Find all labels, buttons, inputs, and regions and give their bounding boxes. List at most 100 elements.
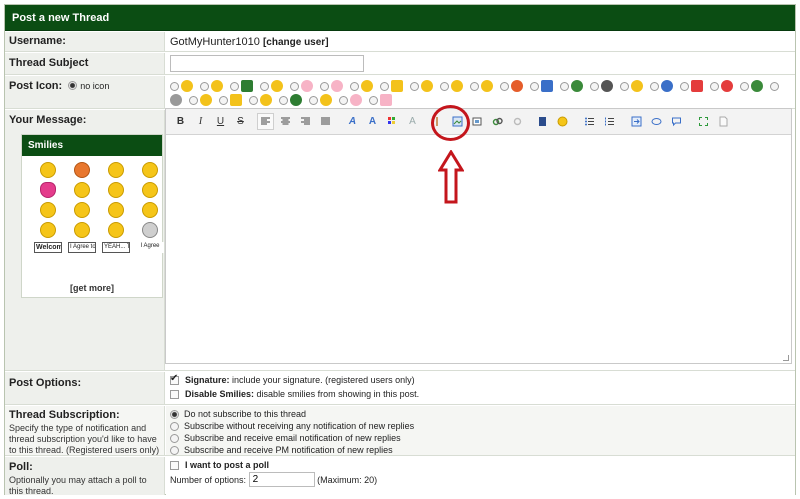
emoticon-icon[interactable]: [554, 113, 571, 130]
smiley-angry-icon[interactable]: [74, 162, 90, 178]
post-icon-radio[interactable]: [309, 95, 318, 105]
underline-button[interactable]: U: [212, 113, 229, 130]
post-icon-radio[interactable]: [440, 81, 449, 91]
post-icon-radio[interactable]: [530, 81, 539, 91]
post-icon-radio[interactable]: [470, 81, 479, 91]
align-justify-icon[interactable]: [317, 113, 334, 130]
editor-resize-handle[interactable]: [783, 355, 789, 361]
post-icon-option-icon[interactable]: [380, 94, 392, 106]
post-icon-radio[interactable]: [380, 81, 389, 91]
post-icon-radio[interactable]: [770, 81, 779, 91]
smiley-wink-icon[interactable]: [74, 222, 90, 238]
smiley-welcome-sign[interactable]: Welcome!: [34, 242, 62, 253]
post-icon-radio[interactable]: [650, 81, 659, 91]
post-icon-option-icon[interactable]: [691, 80, 703, 92]
smiley-eek-icon[interactable]: [108, 182, 124, 198]
smiley-grin-icon[interactable]: [74, 202, 90, 218]
unlink-icon[interactable]: [509, 113, 526, 130]
smiley-rolleyes-icon[interactable]: [108, 202, 124, 218]
subscription-radio[interactable]: [170, 409, 179, 419]
smiley-question-icon[interactable]: [74, 182, 90, 198]
smiley-biggrin-icon[interactable]: [142, 202, 158, 218]
post-icon-option-icon[interactable]: [391, 80, 403, 92]
post-icon-option-icon[interactable]: [350, 94, 362, 106]
post-icon-option-icon[interactable]: [541, 80, 553, 92]
post-icon-option-icon[interactable]: [571, 80, 583, 92]
post-icon-option-icon[interactable]: [320, 94, 332, 106]
post-icon-radio[interactable]: [350, 81, 359, 91]
post-icon-option-icon[interactable]: [361, 80, 373, 92]
comment-icon[interactable]: [668, 113, 685, 130]
align-right-icon[interactable]: [297, 113, 314, 130]
post-icon-radio[interactable]: [230, 81, 239, 91]
bold-button[interactable]: B: [172, 113, 189, 130]
post-icon-option-icon[interactable]: [301, 80, 313, 92]
post-icon-radio[interactable]: [339, 95, 348, 105]
post-icon-radio[interactable]: [590, 81, 599, 91]
post-icon-option-icon[interactable]: [271, 80, 283, 92]
post-icon-option-icon[interactable]: [511, 80, 523, 92]
post-icon-radio[interactable]: [500, 81, 509, 91]
post-icon-radio[interactable]: [290, 81, 299, 91]
post-icon-option-icon[interactable]: [241, 80, 253, 92]
smiley-angel-icon[interactable]: [40, 162, 56, 178]
post-icon-radio[interactable]: [369, 95, 378, 105]
post-icon-option-icon[interactable]: [481, 80, 493, 92]
post-icon-radio[interactable]: [680, 81, 689, 91]
post-icon-radio[interactable]: [710, 81, 719, 91]
post-icon-option-icon[interactable]: [170, 94, 182, 106]
insert-video-icon[interactable]: [469, 113, 486, 130]
smiley-agree-disagree-sign[interactable]: I Agree to Disagree: [68, 242, 96, 253]
post-icon-option-icon[interactable]: [421, 80, 433, 92]
bullet-list-icon[interactable]: [581, 113, 598, 130]
subject-input[interactable]: [170, 55, 364, 72]
post-icon-radio[interactable]: [410, 81, 419, 91]
smiley-heart-icon[interactable]: [40, 182, 56, 198]
post-icon-radio[interactable]: [200, 81, 209, 91]
post-icon-option-icon[interactable]: [751, 80, 763, 92]
post-icon-radio[interactable]: [260, 81, 269, 91]
source-view-icon[interactable]: [715, 113, 732, 130]
post-icon-option-icon[interactable]: [331, 80, 343, 92]
smiley-frown-icon[interactable]: [40, 222, 56, 238]
fullscreen-icon[interactable]: [695, 113, 712, 130]
disable-smilies-checkbox[interactable]: [170, 389, 179, 399]
remove-format-icon[interactable]: A: [404, 113, 421, 130]
get-more-smilies-link[interactable]: [get more]: [22, 283, 162, 293]
post-icon-option-icon[interactable]: [230, 94, 242, 106]
smiley-mad-icon[interactable]: [108, 222, 124, 238]
post-icon-radio[interactable]: [560, 81, 569, 91]
insert-link-icon[interactable]: [489, 113, 506, 130]
color-icon[interactable]: [384, 113, 401, 130]
post-icon-radio[interactable]: [170, 81, 179, 91]
poll-checkbox[interactable]: [170, 460, 179, 470]
smiley-confused-icon[interactable]: [108, 162, 124, 178]
signature-checkbox[interactable]: [170, 373, 179, 385]
post-icon-option-icon[interactable]: [181, 80, 193, 92]
poll-options-input[interactable]: [248, 472, 315, 487]
post-icon-radio[interactable]: [620, 81, 629, 91]
post-icon-option-icon[interactable]: [601, 80, 613, 92]
post-icon-option-icon[interactable]: [290, 94, 302, 106]
smiley-thinking-icon[interactable]: [142, 182, 158, 198]
align-left-icon[interactable]: [257, 113, 274, 130]
post-icon-radio[interactable]: [740, 81, 749, 91]
smiley-alien-icon[interactable]: [142, 222, 158, 238]
smiley-smile-icon[interactable]: [40, 202, 56, 218]
post-icon-option-icon[interactable]: [451, 80, 463, 92]
no-icon-radio[interactable]: [68, 81, 78, 90]
post-icon-option-icon[interactable]: [211, 80, 223, 92]
post-icon-option-icon[interactable]: [631, 80, 643, 92]
subscription-radio[interactable]: [170, 421, 179, 431]
post-icon-radio[interactable]: [320, 81, 329, 91]
align-center-icon[interactable]: [277, 113, 294, 130]
subscription-radio[interactable]: [170, 433, 179, 443]
post-icon-option-icon[interactable]: [721, 80, 733, 92]
numbered-list-icon[interactable]: [601, 113, 618, 130]
smiley-i-agree-sign[interactable]: I Agree: [136, 242, 164, 253]
font-icon[interactable]: A: [344, 113, 361, 130]
post-icon-radio[interactable]: [249, 95, 258, 105]
post-icon-radio[interactable]: [189, 95, 198, 105]
post-icon-option-icon[interactable]: [200, 94, 212, 106]
change-user-link[interactable]: [change user]: [263, 37, 329, 48]
